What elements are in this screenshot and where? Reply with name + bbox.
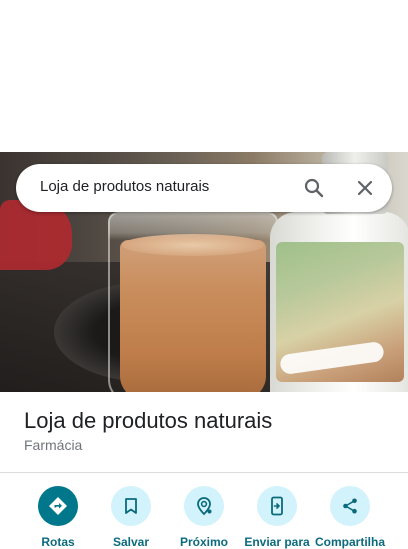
photo-glass [108, 212, 278, 392]
search-icon[interactable] [302, 176, 326, 200]
send-to-phone-icon [257, 486, 297, 526]
directions-icon [38, 486, 78, 526]
search-query[interactable]: Loja de produtos naturais [40, 178, 209, 195]
close-icon[interactable] [353, 176, 377, 200]
top-blank-area [0, 0, 408, 152]
divider [0, 472, 408, 473]
place-title: Loja de produtos naturais [24, 408, 273, 433]
nearby-icon [184, 486, 224, 526]
search-bar[interactable]: Loja de produtos naturais [16, 164, 392, 212]
place-category: Farmácia [24, 437, 83, 453]
share-button[interactable]: Compartilha [310, 486, 390, 549]
bookmark-icon [111, 486, 151, 526]
share-label: Compartilha [314, 535, 385, 549]
share-icon [330, 486, 370, 526]
